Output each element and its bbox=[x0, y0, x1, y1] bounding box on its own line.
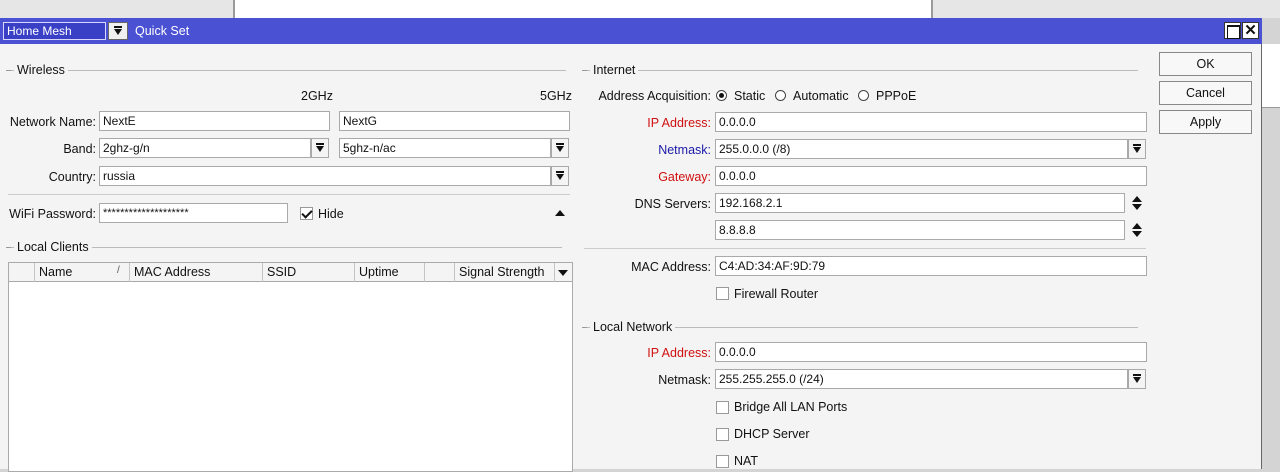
network-name-label: Network Name: bbox=[9, 115, 96, 129]
title-bar: Home Mesh Quick Set ✕ bbox=[0, 18, 1262, 44]
nat-checkbox[interactable] bbox=[716, 455, 729, 468]
wan-netmask-select[interactable]: 255.0.0.0 (/8) bbox=[715, 139, 1128, 159]
internet-title: Internet bbox=[590, 63, 639, 77]
chevron-down-icon bbox=[556, 143, 564, 152]
local-clients-table[interactable]: Name / MAC Address SSID Uptime Signal St… bbox=[8, 262, 573, 472]
radio-automatic[interactable] bbox=[775, 90, 786, 101]
lan-ip-address-label: IP Address: bbox=[647, 346, 711, 360]
mac-address-input[interactable]: C4:AD:34:AF:9D:79 bbox=[715, 256, 1147, 276]
dns-servers-label: DNS Servers: bbox=[634, 197, 711, 211]
wan-netmask-dropdown[interactable] bbox=[1128, 139, 1146, 159]
wifi-password-input[interactable]: ******************** bbox=[99, 203, 288, 223]
column-blank[interactable] bbox=[425, 263, 455, 282]
band-2ghz-dropdown[interactable] bbox=[311, 138, 329, 158]
collapse-up-icon[interactable] bbox=[555, 210, 565, 216]
gateway-input[interactable]: 0.0.0.0 bbox=[715, 166, 1147, 186]
column-name[interactable]: Name bbox=[35, 263, 130, 282]
arrow-down-icon bbox=[1132, 231, 1142, 237]
country-select[interactable]: russia bbox=[99, 166, 551, 186]
arrow-up-icon bbox=[1132, 223, 1142, 229]
wan-ip-address-label: IP Address: bbox=[647, 116, 711, 130]
wireless-separator bbox=[8, 194, 570, 195]
dns-server-1-updown[interactable] bbox=[1130, 193, 1144, 213]
maximize-button[interactable] bbox=[1224, 22, 1241, 39]
radio-pppoe[interactable] bbox=[858, 90, 869, 101]
hide-password-checkbox[interactable] bbox=[300, 207, 313, 220]
column-ssid[interactable]: SSID bbox=[263, 263, 355, 282]
network-name-2ghz-input[interactable]: NextE bbox=[99, 111, 330, 131]
lan-ip-address-input[interactable]: 0.0.0.0 bbox=[715, 342, 1147, 362]
bridge-all-lan-ports-checkbox[interactable] bbox=[716, 401, 729, 414]
ok-button[interactable]: OK bbox=[1159, 52, 1252, 76]
address-acquisition-label: Address Acquisition: bbox=[598, 89, 711, 103]
background-panel-right bbox=[1262, 44, 1280, 108]
column-uptime[interactable]: Uptime bbox=[355, 263, 425, 282]
dns-server-2-input[interactable]: 8.8.8.8 bbox=[715, 220, 1125, 240]
mode-select[interactable]: Home Mesh bbox=[3, 22, 106, 40]
wireless-title: Wireless bbox=[14, 63, 68, 77]
chevron-down-icon bbox=[556, 171, 564, 180]
mode-dropdown-button[interactable] bbox=[108, 22, 128, 40]
internet-separator bbox=[584, 248, 1146, 249]
gateway-label: Gateway: bbox=[658, 170, 711, 184]
column-signal-strength[interactable]: Signal Strength bbox=[455, 263, 555, 282]
radio-static-label: Static bbox=[734, 89, 766, 103]
arrow-up-icon bbox=[1132, 196, 1142, 202]
apply-button[interactable]: Apply bbox=[1159, 110, 1252, 134]
firewall-router-label: Firewall Router bbox=[734, 287, 819, 301]
wan-netmask-label: Netmask: bbox=[658, 143, 711, 157]
row-marker-column bbox=[9, 263, 35, 282]
table-header: Name / MAC Address SSID Uptime Signal St… bbox=[9, 263, 572, 282]
local-network-group-header: Local Network bbox=[582, 320, 1138, 334]
background-panel bbox=[233, 0, 933, 18]
wifi-password-label: WiFi Password: bbox=[9, 207, 96, 221]
firewall-router-checkbox[interactable] bbox=[716, 287, 729, 300]
wireless-group-header: Wireless bbox=[6, 63, 566, 77]
radio-static[interactable] bbox=[716, 90, 727, 101]
band-5ghz-select[interactable]: 5ghz-n/ac bbox=[339, 138, 551, 158]
close-icon: ✕ bbox=[1244, 22, 1257, 39]
country-label: Country: bbox=[48, 170, 96, 184]
network-name-5ghz-input[interactable]: NextG bbox=[339, 111, 570, 131]
column-menu-icon[interactable] bbox=[558, 270, 568, 276]
cancel-button[interactable]: Cancel bbox=[1159, 81, 1252, 105]
chevron-down-icon bbox=[1133, 144, 1141, 153]
bridge-all-lan-ports-label: Bridge All LAN Ports bbox=[734, 400, 848, 414]
country-dropdown[interactable] bbox=[551, 166, 569, 186]
mac-address-label: MAC Address: bbox=[631, 260, 711, 274]
band-label: Band: bbox=[63, 142, 96, 156]
dialog-title: Quick Set bbox=[135, 24, 190, 38]
lan-netmask-dropdown[interactable] bbox=[1128, 369, 1146, 389]
dns-server-2-updown[interactable] bbox=[1130, 220, 1144, 240]
dhcp-server-label: DHCP Server bbox=[734, 427, 810, 441]
local-clients-title: Local Clients bbox=[14, 240, 92, 254]
nat-label: NAT bbox=[734, 454, 759, 468]
column-5ghz-label: 5GHz bbox=[540, 89, 572, 103]
arrow-down-icon bbox=[1132, 204, 1142, 210]
chevron-down-icon bbox=[316, 143, 324, 152]
lan-netmask-label: Netmask: bbox=[658, 373, 711, 387]
lan-netmask-select[interactable]: 255.255.255.0 (/24) bbox=[715, 369, 1128, 389]
band-2ghz-select[interactable]: 2ghz-g/n bbox=[99, 138, 311, 158]
local-network-title: Local Network bbox=[590, 320, 676, 334]
column-mac-address[interactable]: MAC Address bbox=[130, 263, 263, 282]
quick-set-dialog: Home Mesh Quick Set ✕ Wireless 2GHz 5GHz… bbox=[0, 18, 1262, 472]
dns-server-1-input[interactable]: 192.168.2.1 bbox=[715, 193, 1125, 213]
wan-ip-address-input[interactable]: 0.0.0.0 bbox=[715, 112, 1147, 132]
local-clients-group-header: Local Clients bbox=[6, 240, 562, 254]
band-5ghz-dropdown[interactable] bbox=[551, 138, 569, 158]
hide-password-label: Hide bbox=[318, 207, 344, 221]
column-2ghz-label: 2GHz bbox=[301, 89, 333, 103]
internet-group-header: Internet bbox=[582, 63, 1138, 77]
chevron-down-icon bbox=[1133, 374, 1141, 383]
sort-indicator-icon: / bbox=[117, 265, 120, 276]
chevron-down-icon bbox=[114, 26, 122, 35]
dhcp-server-checkbox[interactable] bbox=[716, 428, 729, 441]
radio-automatic-label: Automatic bbox=[793, 89, 849, 103]
close-button[interactable]: ✕ bbox=[1242, 22, 1259, 39]
radio-pppoe-label: PPPoE bbox=[876, 89, 917, 103]
